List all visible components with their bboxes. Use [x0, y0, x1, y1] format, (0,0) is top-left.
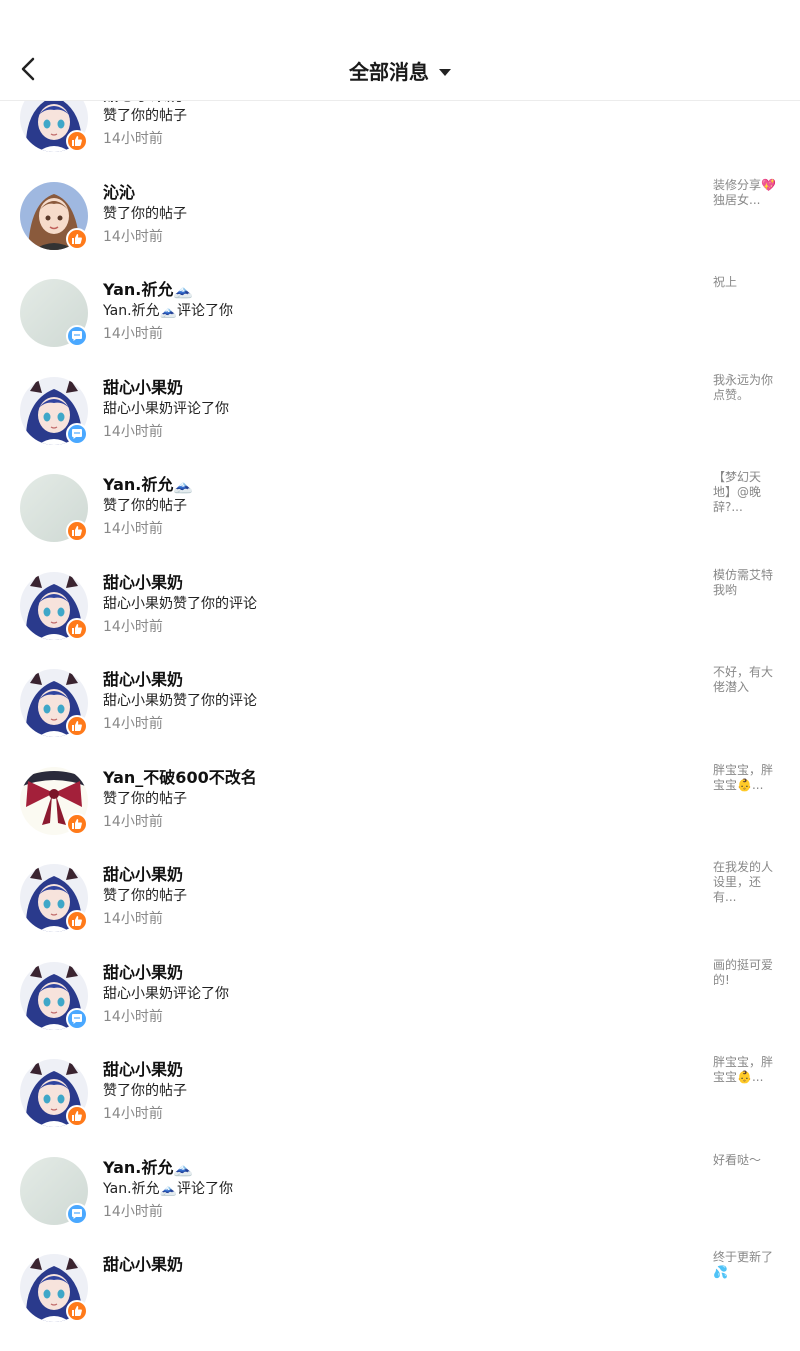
caret-down-icon: [439, 69, 451, 76]
thumbs-up-icon: [66, 812, 88, 835]
message-time: 14小时前: [103, 911, 163, 927]
comment-icon: [66, 422, 88, 445]
post-preview[interactable]: 【梦幻天地】@晚辞?...: [713, 470, 779, 515]
sender-name[interactable]: Yan.祈允🗻: [103, 471, 193, 495]
comment-icon: [66, 1007, 88, 1030]
post-preview[interactable]: 终于更新了 💦: [713, 1250, 779, 1280]
comment-icon: [66, 1202, 88, 1225]
thumbs-up-icon: [66, 1105, 88, 1127]
sender-name[interactable]: 甜心小果奶: [103, 1251, 183, 1275]
page-title[interactable]: 全部消息: [349, 60, 429, 84]
message-time: 14小时前: [103, 1106, 163, 1122]
message-time: 14小时前: [103, 423, 163, 440]
post-preview[interactable]: 在我发的人设里，还有...: [713, 860, 779, 905]
message-action: 赞了你的帖子: [103, 790, 187, 807]
message-item[interactable]: 甜心小果奶甜心小果奶评论了你 14小时前 我永远为你点赞。: [0, 373, 800, 474]
message-item[interactable]: 甜心小果奶赞了你的帖子 14小时前 在我发的人设里，还有...: [0, 860, 800, 961]
message-time: 14小时前: [103, 1203, 163, 1220]
sender-name[interactable]: 甜心小果奶: [103, 959, 183, 983]
post-preview[interactable]: 胖宝宝，胖宝宝👶...: [713, 1055, 779, 1085]
message-item[interactable]: Yan.祈允🗻 赞了你的帖子 14小时前 【梦幻天地】@晚辞?...: [0, 470, 800, 571]
comment-icon: [66, 325, 88, 347]
thumbs-up-icon: [66, 227, 88, 250]
post-preview[interactable]: 祝上: [713, 275, 779, 290]
message-item[interactable]: 甜心小果奶甜心小果奶赞了你的评论 14小时前 模仿需艾特我哟: [0, 568, 800, 669]
message-item[interactable]: 甜心小果奶甜心小果奶评论了你 14小时前 画的挺可爱的!: [0, 958, 800, 1059]
message-item[interactable]: 甜心小果奶赞了你的帖子 14小时前 胖宝宝，胖宝宝👶...: [0, 1055, 800, 1156]
message-item[interactable]: Yan.祈允🗻 Yan.祈允🗻评论了你 14小时前 祝上: [0, 275, 800, 376]
post-preview[interactable]: 装修分享💖独居女...: [713, 178, 779, 208]
message-time: 14小时前: [103, 326, 163, 342]
sender-name[interactable]: Yan_不破600不改名: [103, 764, 257, 788]
message-item[interactable]: 甜心小果奶甜心小果奶赞了你的评论 14小时前 不好，有大佬潜入: [0, 665, 800, 766]
message-time: 14小时前: [103, 1008, 163, 1025]
sender-name[interactable]: 甜心小果奶: [103, 1056, 183, 1080]
message-time: 14小时前: [103, 131, 163, 147]
message-time: 14小时前: [103, 618, 163, 635]
message-time: 14小时前: [103, 716, 163, 732]
message-time: 14小时前: [103, 228, 163, 245]
message-action: 赞了你的帖子: [103, 205, 187, 222]
message-action: Yan.祈允🗻评论了你: [103, 1180, 233, 1197]
sender-name[interactable]: 沁沁: [103, 179, 135, 203]
message-item[interactable]: Yan_不破600不改名赞了你的帖子 14小时前 胖宝宝，胖宝宝👶...: [0, 763, 800, 864]
sender-name[interactable]: Yan.祈允🗻: [103, 276, 193, 300]
thumbs-up-icon: [66, 130, 88, 152]
message-action: 甜心小果奶赞了你的评论: [103, 595, 257, 612]
post-preview[interactable]: 好看哒～: [713, 1153, 779, 1168]
post-preview[interactable]: 我永远为你点赞。: [713, 373, 779, 403]
sender-name[interactable]: Yan.祈允🗻: [103, 1154, 193, 1178]
message-item[interactable]: Yan.祈允🗻 Yan.祈允🗻评论了你 14小时前 好看哒～: [0, 1153, 800, 1254]
thumbs-up-icon: [66, 910, 88, 932]
post-preview[interactable]: 模仿需艾特我哟: [713, 568, 779, 598]
message-action: 赞了你的帖子: [103, 108, 187, 124]
message-item[interactable]: 沁沁赞了你的帖子 14小时前 装修分享💖独居女...: [0, 178, 800, 279]
post-preview[interactable]: 胖宝宝，胖宝宝👶...: [713, 763, 779, 793]
thumbs-up-icon: [66, 617, 88, 640]
thumbs-up-icon: [66, 520, 88, 542]
message-action: 赞了你的帖子: [103, 888, 187, 904]
message-action: 赞了你的帖子: [103, 498, 187, 514]
message-action: Yan.祈允🗻评论了你: [103, 303, 233, 319]
post-preview[interactable]: 画的挺可爱的!: [713, 958, 779, 988]
thumbs-up-icon: [66, 715, 88, 737]
message-action: 甜心小果奶赞了你的评论: [103, 693, 257, 709]
message-action: 甜心小果奶评论了你: [103, 400, 229, 417]
message-time: 14小时前: [103, 521, 163, 537]
sender-name[interactable]: 甜心小果奶: [103, 569, 183, 593]
message-item[interactable]: 甜心小果奶 终于更新了 💦: [0, 1250, 800, 1351]
message-action: 甜心小果奶评论了你: [103, 985, 229, 1002]
message-time: 14小时前: [103, 813, 163, 830]
message-filter-dropdown[interactable]: 全部消息: [0, 56, 800, 85]
message-action: 赞了你的帖子: [103, 1083, 187, 1099]
sender-name[interactable]: 甜心小果奶: [103, 861, 183, 885]
sender-name[interactable]: 甜心小果奶: [103, 666, 183, 690]
top-bar: 全部消息: [0, 0, 800, 101]
sender-name[interactable]: 甜心小果奶: [103, 374, 183, 398]
post-preview[interactable]: 不好，有大佬潜入: [713, 665, 779, 695]
thumbs-up-icon: [66, 1300, 88, 1322]
